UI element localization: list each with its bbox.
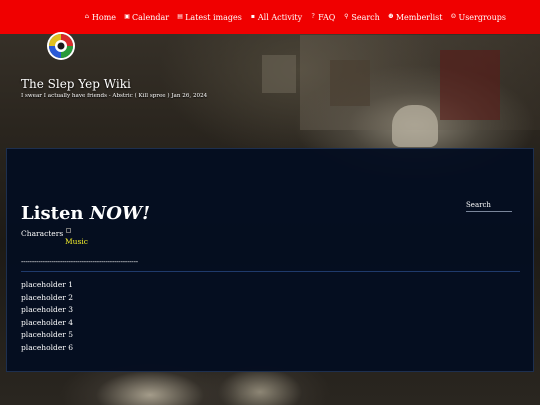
heading-now: NOW! (89, 203, 151, 224)
nav-all-activity[interactable]: ▪ All Activity (250, 13, 302, 22)
nav-calendar-label: Calendar (132, 12, 170, 22)
home-icon: ⌂ (84, 13, 90, 20)
nav-memberlist-label: Memberlist (395, 12, 443, 22)
nav-home-label: Home (91, 12, 117, 22)
nav-search-label: Search (351, 12, 380, 22)
faq-icon: ? (311, 13, 315, 20)
nav-home[interactable]: ⌂ Home (84, 13, 116, 22)
horizontal-divider (21, 271, 520, 272)
activity-icon: ▪ (250, 13, 255, 20)
list-item[interactable]: placeholder 3 (21, 304, 73, 317)
site-title[interactable]: The Slep Yep Wiki (21, 77, 131, 91)
list-item[interactable]: placeholder 4 (21, 317, 73, 330)
nav-latest-images-label: Latest images (185, 12, 242, 22)
background-door (440, 50, 500, 120)
nav-latest-images[interactable]: ▤ Latest images (177, 13, 242, 22)
site-subtitle: I swear I actually have friends - Abstri… (21, 93, 208, 99)
nav-faq-label: FAQ (318, 12, 336, 22)
list-item[interactable]: placeholder 6 (21, 342, 73, 355)
nav-faq[interactable]: ? FAQ (310, 12, 336, 22)
nav-all-activity-label: All Activity (257, 12, 303, 22)
usergroups-icon: ☺ (450, 13, 457, 20)
nav-calendar[interactable]: ▣ Calendar (124, 13, 169, 22)
search-box[interactable]: Search (466, 201, 512, 212)
calendar-icon: ▣ (124, 13, 130, 20)
background-box (262, 55, 296, 93)
link-characters[interactable]: Characters (21, 229, 63, 238)
nav-search[interactable]: ⚲ Search (343, 12, 380, 22)
search-icon: ⚲ (344, 13, 349, 20)
list-item[interactable]: placeholder 1 (21, 279, 73, 292)
page-heading: Listen NOW! (21, 203, 150, 224)
content-panel: Listen NOW! Search Characters Music ----… (6, 148, 534, 372)
members-icon: ☻ (388, 13, 394, 20)
site-logo[interactable] (46, 31, 76, 61)
logo-emblem-icon (47, 32, 75, 60)
placeholder-list: placeholder 1 placeholder 2 placeholder … (21, 279, 73, 355)
images-icon: ▤ (177, 13, 183, 20)
broken-image-icon (66, 228, 71, 233)
list-item[interactable]: placeholder 5 (21, 329, 73, 342)
dashed-separator: ----------------------------------------… (21, 258, 138, 266)
link-music[interactable]: Music (65, 237, 88, 246)
nav-usergroups-label: Usergroups (458, 12, 506, 22)
nav-usergroups[interactable]: ☺ Usergroups (450, 13, 506, 22)
top-navigation-bar: ⌂ Home ▣ Calendar ▤ Latest images ▪ All … (0, 0, 540, 34)
background-crate (330, 60, 370, 106)
heading-listen: Listen (21, 203, 84, 224)
nav-memberlist[interactable]: ☻ Memberlist (388, 12, 443, 22)
list-item[interactable]: placeholder 2 (21, 292, 73, 305)
background-toilet (392, 105, 438, 147)
